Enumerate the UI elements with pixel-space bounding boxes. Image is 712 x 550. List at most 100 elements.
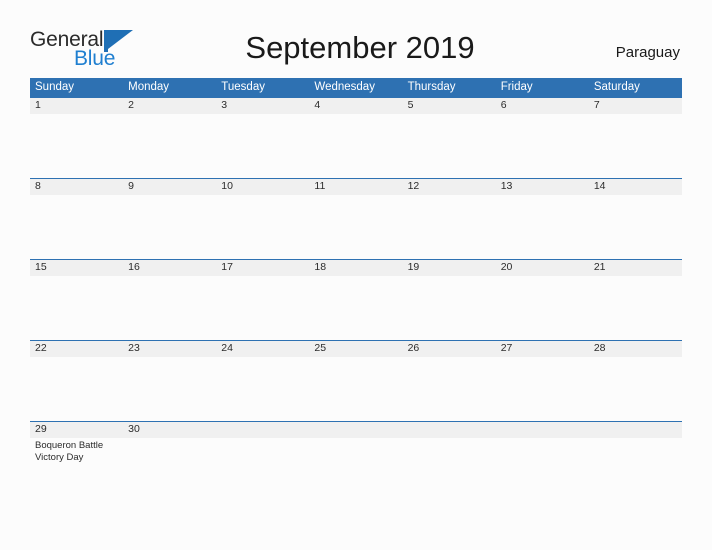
day-number[interactable]: 10 xyxy=(216,179,309,195)
week-date-band: 8 9 10 11 12 13 14 xyxy=(30,178,682,195)
day-cell[interactable] xyxy=(216,357,309,421)
day-number[interactable]: 21 xyxy=(589,260,682,276)
day-header-saturday: Saturday xyxy=(593,81,640,93)
week-row: 8 9 10 11 12 13 14 xyxy=(30,178,682,259)
day-cell[interactable] xyxy=(30,357,123,421)
week-event-band xyxy=(30,276,682,340)
day-cell[interactable] xyxy=(496,438,589,502)
day-cell[interactable] xyxy=(309,114,402,178)
day-cell[interactable] xyxy=(30,276,123,340)
day-number[interactable]: 8 xyxy=(30,179,123,195)
day-number[interactable]: 27 xyxy=(496,341,589,357)
day-number[interactable]: 5 xyxy=(403,98,496,114)
day-number[interactable]: 2 xyxy=(123,98,216,114)
day-number[interactable] xyxy=(496,422,589,438)
day-cell[interactable] xyxy=(123,195,216,259)
day-cell[interactable] xyxy=(123,438,216,502)
calendar-grid: Sunday Monday Tuesday Wednesday Thursday… xyxy=(30,78,682,502)
day-number[interactable]: 19 xyxy=(403,260,496,276)
week-row: 22 23 24 25 26 27 28 xyxy=(30,340,682,421)
day-cell[interactable] xyxy=(123,114,216,178)
day-cell[interactable] xyxy=(403,276,496,340)
calendar-page: General Blue September 2019 Paraguay Sun… xyxy=(0,0,712,550)
general-blue-logo[interactable]: General Blue xyxy=(30,29,160,71)
day-header-thursday: Thursday xyxy=(407,81,456,93)
day-cell[interactable] xyxy=(216,114,309,178)
day-number[interactable]: 17 xyxy=(216,260,309,276)
week-date-band: 15 16 17 18 19 20 21 xyxy=(30,259,682,276)
day-number[interactable]: 25 xyxy=(309,341,402,357)
day-cell[interactable] xyxy=(123,357,216,421)
week-row: 29 30 Boqueron Battle Victory Day xyxy=(30,421,682,502)
day-number[interactable]: 14 xyxy=(589,179,682,195)
day-cell[interactable]: Boqueron Battle Victory Day xyxy=(30,438,123,502)
day-cell[interactable] xyxy=(403,357,496,421)
day-cell[interactable] xyxy=(30,114,123,178)
day-cell[interactable] xyxy=(123,276,216,340)
day-header-sunday: Sunday xyxy=(35,81,75,93)
day-number[interactable]: 4 xyxy=(309,98,402,114)
day-number[interactable]: 11 xyxy=(309,179,402,195)
day-cell[interactable] xyxy=(589,357,682,421)
day-number[interactable]: 1 xyxy=(30,98,123,114)
week-date-band: 29 30 xyxy=(30,421,682,438)
day-cell[interactable] xyxy=(309,195,402,259)
week-date-band: 22 23 24 25 26 27 28 xyxy=(30,340,682,357)
day-cell[interactable] xyxy=(589,438,682,502)
day-cell[interactable] xyxy=(309,276,402,340)
day-cell[interactable] xyxy=(403,114,496,178)
day-cell[interactable] xyxy=(496,357,589,421)
day-number[interactable] xyxy=(309,422,402,438)
day-number[interactable] xyxy=(403,422,496,438)
day-number[interactable]: 16 xyxy=(123,260,216,276)
day-number[interactable]: 18 xyxy=(309,260,402,276)
day-number[interactable]: 23 xyxy=(123,341,216,357)
day-number[interactable]: 3 xyxy=(216,98,309,114)
day-number[interactable]: 29 xyxy=(30,422,123,438)
day-of-week-header-row: Sunday Monday Tuesday Wednesday Thursday… xyxy=(30,78,682,97)
day-cell[interactable] xyxy=(216,438,309,502)
page-header: General Blue September 2019 Paraguay xyxy=(0,0,712,76)
day-header-tuesday: Tuesday xyxy=(221,81,265,93)
page-title: September 2019 xyxy=(245,30,475,65)
day-number[interactable]: 30 xyxy=(123,422,216,438)
day-number[interactable] xyxy=(589,422,682,438)
day-cell[interactable] xyxy=(496,114,589,178)
week-row: 15 16 17 18 19 20 21 xyxy=(30,259,682,340)
day-header-monday: Monday xyxy=(128,81,170,93)
day-cell[interactable] xyxy=(589,195,682,259)
day-number[interactable]: 6 xyxy=(496,98,589,114)
day-cell[interactable] xyxy=(403,438,496,502)
day-number[interactable]: 13 xyxy=(496,179,589,195)
day-number[interactable]: 15 xyxy=(30,260,123,276)
day-number[interactable] xyxy=(216,422,309,438)
day-cell[interactable] xyxy=(309,438,402,502)
day-cell[interactable] xyxy=(216,276,309,340)
day-cell[interactable] xyxy=(309,357,402,421)
day-cell[interactable] xyxy=(403,195,496,259)
day-header-wednesday: Wednesday xyxy=(314,81,375,93)
day-cell[interactable] xyxy=(589,114,682,178)
day-cell[interactable] xyxy=(496,195,589,259)
day-cell[interactable] xyxy=(496,276,589,340)
week-event-band xyxy=(30,114,682,178)
day-number[interactable]: 26 xyxy=(403,341,496,357)
day-number[interactable]: 28 xyxy=(589,341,682,357)
week-event-band xyxy=(30,195,682,259)
day-number[interactable]: 22 xyxy=(30,341,123,357)
week-row: 1 2 3 4 5 6 7 xyxy=(30,97,682,178)
logo-text-blue: Blue xyxy=(74,47,116,70)
week-event-band: Boqueron Battle Victory Day xyxy=(30,438,682,502)
day-number[interactable]: 20 xyxy=(496,260,589,276)
day-event-text: Boqueron Battle Victory Day xyxy=(35,440,104,463)
day-number[interactable]: 24 xyxy=(216,341,309,357)
day-number[interactable]: 7 xyxy=(589,98,682,114)
day-number[interactable]: 9 xyxy=(123,179,216,195)
day-cell[interactable] xyxy=(589,276,682,340)
day-cell[interactable] xyxy=(216,195,309,259)
day-cell[interactable] xyxy=(30,195,123,259)
day-number[interactable]: 12 xyxy=(403,179,496,195)
country-label: Paraguay xyxy=(615,44,680,61)
week-event-band xyxy=(30,357,682,421)
week-date-band: 1 2 3 4 5 6 7 xyxy=(30,97,682,114)
